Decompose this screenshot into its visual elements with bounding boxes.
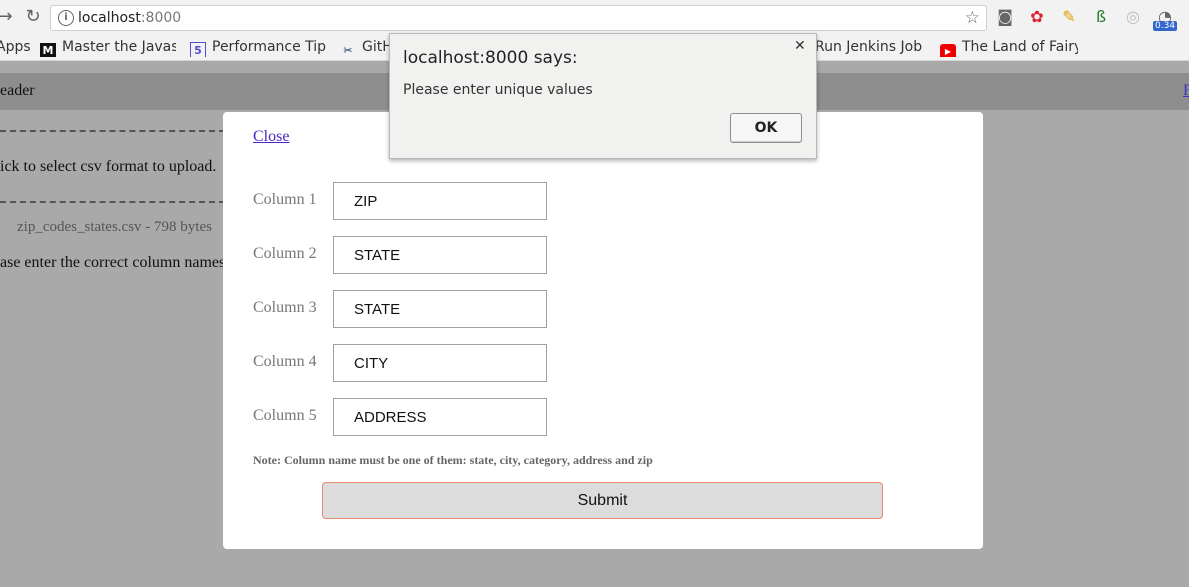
column-prompt: ase enter the correct column names bbox=[0, 254, 226, 271]
bookmark-jenkins[interactable]: Run Jenkins Job bbox=[815, 39, 927, 57]
file-info: zip_codes_states.csv - 798 bytes bbox=[17, 219, 212, 235]
extension-badge: 0.34 bbox=[1153, 21, 1178, 31]
extension-b-icon[interactable]: ß bbox=[1092, 8, 1110, 26]
column-note: Note: Column name must be one of them: s… bbox=[253, 453, 653, 467]
page-header-title: eader bbox=[0, 82, 35, 99]
column-label: Column 3 bbox=[253, 299, 317, 316]
browser-toolbar: → ↻ i localhost:8000 ☆ ◙ ✿ ✎ ß ◎ ◔ 0.34 bbox=[0, 0, 1189, 35]
bookmark-performance[interactable]: 5 Performance Tip bbox=[190, 39, 328, 57]
submit-button[interactable]: Submit bbox=[322, 482, 883, 519]
close-icon[interactable]: ✕ bbox=[794, 38, 806, 54]
column-label: Column 2 bbox=[253, 245, 317, 262]
youtube-icon: ▶ bbox=[940, 44, 956, 57]
column-mapping-modal: Close Column 1 Column 2 Column 3 Column … bbox=[223, 112, 983, 549]
bookmark-land-of-fairy[interactable]: ▶ The Land of Fairy bbox=[940, 39, 1078, 57]
column-label: Column 1 bbox=[253, 191, 317, 208]
url-text: localhost:8000 bbox=[78, 10, 182, 26]
column-label: Column 5 bbox=[253, 407, 317, 424]
extension-gray-icon[interactable]: ◎ bbox=[1124, 8, 1142, 26]
close-link[interactable]: Close bbox=[253, 128, 289, 146]
page-header-link[interactable]: F bbox=[1183, 82, 1189, 100]
column-4-input[interactable] bbox=[333, 344, 547, 382]
html5-icon: 5 bbox=[190, 42, 206, 57]
column-5-input[interactable] bbox=[333, 398, 547, 436]
bookmark-apps[interactable]: Apps bbox=[0, 39, 34, 57]
reload-icon[interactable]: ↻ bbox=[22, 6, 44, 28]
medium-icon: M bbox=[40, 43, 56, 57]
pencil-icon[interactable]: ✎ bbox=[1060, 8, 1078, 26]
column-2-input[interactable] bbox=[333, 236, 547, 274]
alert-message: Please enter unique values bbox=[403, 82, 593, 98]
column-label: Column 4 bbox=[253, 353, 317, 370]
tools-icon: ✂ bbox=[343, 44, 353, 57]
ok-button[interactable]: OK bbox=[730, 113, 802, 143]
divider bbox=[0, 130, 225, 132]
upload-instruction: ick to select csv format to upload. bbox=[0, 158, 217, 175]
bookmark-star-icon[interactable]: ☆ bbox=[965, 8, 980, 28]
forward-icon[interactable]: → bbox=[0, 6, 16, 28]
info-icon[interactable]: i bbox=[58, 10, 74, 26]
bookmark-master-java[interactable]: M Master the Javas bbox=[40, 39, 176, 57]
bookmark-github[interactable]: ✂ GitH bbox=[340, 39, 392, 57]
column-1-input[interactable] bbox=[333, 182, 547, 220]
divider bbox=[0, 201, 225, 203]
column-3-input[interactable] bbox=[333, 290, 547, 328]
alert-dialog: localhost:8000 says: ✕ Please enter uniq… bbox=[389, 33, 817, 159]
address-bar[interactable]: i localhost:8000 ☆ bbox=[50, 5, 987, 31]
alert-title: localhost:8000 says: bbox=[403, 48, 578, 68]
camera-icon[interactable]: ◙ bbox=[996, 8, 1014, 26]
color-wheel-icon[interactable]: ✿ bbox=[1028, 8, 1046, 26]
